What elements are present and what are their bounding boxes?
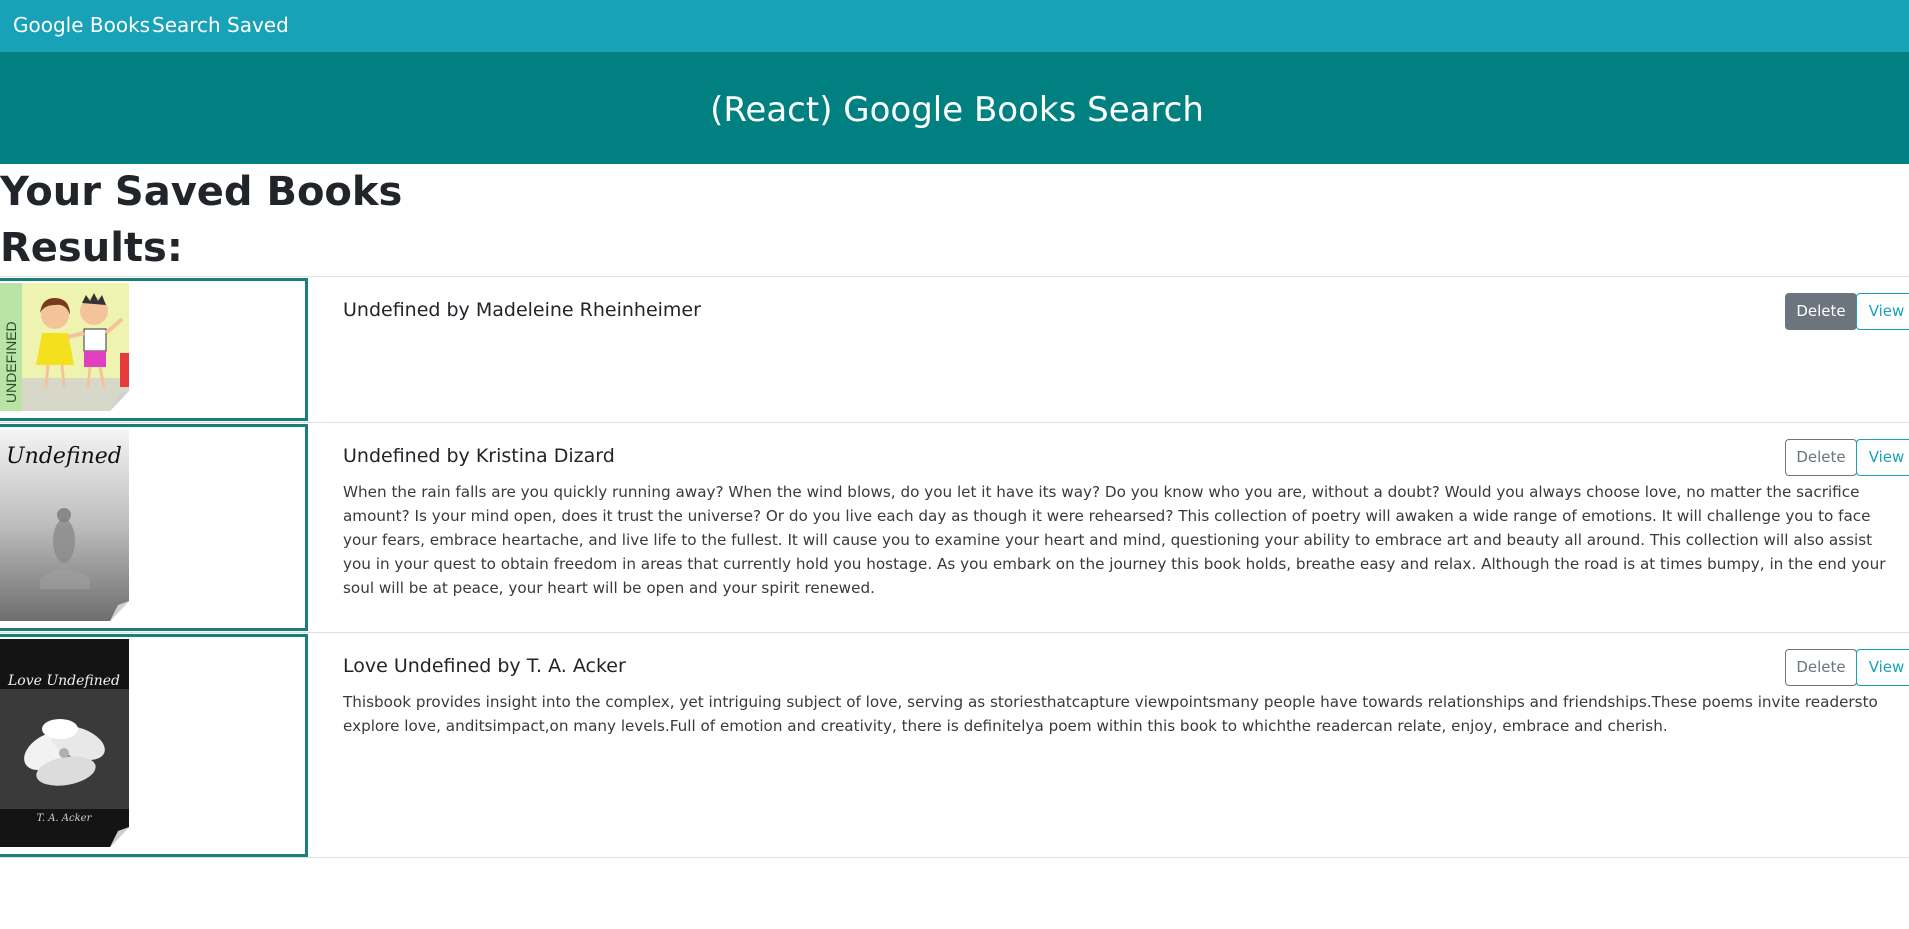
jumbotron-banner: (React) Google Books Search	[0, 52, 1909, 164]
white-flower-cover-icon: Love Undefined T. A. Acker	[0, 639, 129, 847]
top-navbar: Google Books Search Saved	[0, 0, 1909, 52]
book-row: Love Undefined T. A. Acker Love Undefine…	[0, 632, 1909, 858]
delete-button[interactable]: Delete	[1785, 439, 1857, 476]
delete-button[interactable]: Delete	[1785, 649, 1857, 686]
svg-text:UNDEFINED: UNDEFINED	[3, 321, 19, 403]
results-label: Results:	[0, 225, 183, 271]
view-button[interactable]: View	[1856, 439, 1909, 476]
nav-link-search[interactable]: Search	[152, 0, 221, 52]
cartoon-kids-cover-icon: UNDEFINED	[0, 283, 129, 411]
book-row: Undefined Undefined by Kristina Dizard W…	[0, 422, 1909, 632]
svg-text:Love Undefined: Love Undefined	[7, 673, 120, 689]
svg-text:Undefined: Undefined	[6, 444, 122, 469]
misty-figure-cover-icon: Undefined	[0, 429, 129, 621]
view-button[interactable]: View	[1856, 649, 1909, 686]
nav-link-saved[interactable]: Saved	[227, 0, 289, 52]
book-row: UNDEFINED Undefined by Madeleine Rheinhe…	[0, 276, 1909, 422]
book-description: When the rain falls are you quickly runn…	[343, 483, 1886, 597]
book-title: Undefined by Madeleine Rheinheimer	[343, 299, 701, 321]
book-title: Undefined by Kristina Dizard	[343, 445, 615, 467]
view-button[interactable]: View	[1856, 293, 1909, 330]
page-title: Your Saved Books	[0, 169, 403, 215]
nav-brand-google-books[interactable]: Google Books	[13, 0, 150, 52]
svg-text:T. A. Acker: T. A. Acker	[37, 813, 93, 824]
book-description: Thisbook provides insight into the compl…	[343, 693, 1878, 735]
book-title: Love Undefined by T. A. Acker	[343, 655, 626, 677]
jumbotron-title: (React) Google Books Search	[710, 90, 1204, 130]
delete-button[interactable]: Delete	[1785, 293, 1857, 330]
